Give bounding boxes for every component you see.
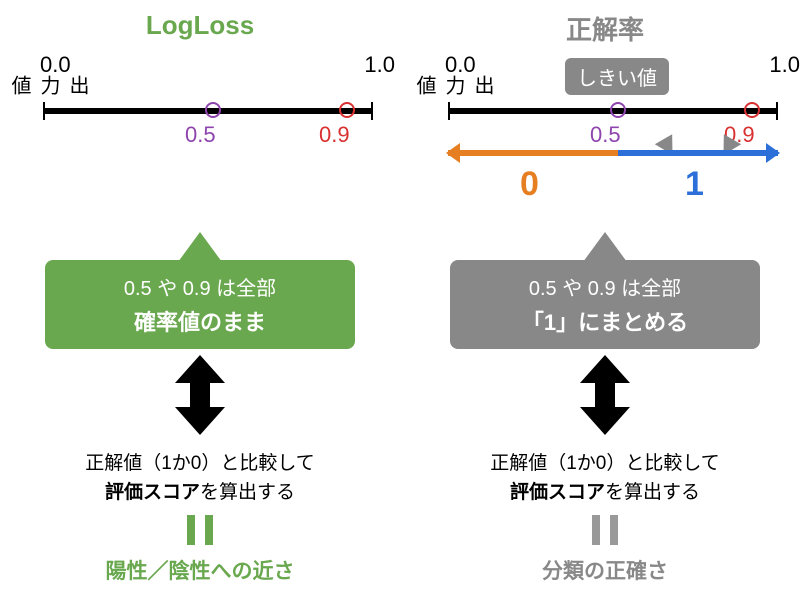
compare-line1: 正解値（1か0）と比較して [0, 450, 400, 479]
threshold-label: しきい値 [565, 58, 669, 95]
compare-line2: 評価スコアを算出する [0, 479, 400, 508]
callout-accuracy: 0.5 や 0.9 は全部 「1」にまとめる [450, 260, 760, 349]
axis-label: 出力値 [5, 75, 92, 97]
callout-pointer-icon [178, 232, 222, 262]
value-05: 0.5 [590, 122, 621, 148]
compare-line2: 評価スコアを算出する [405, 479, 805, 508]
result-right: 分類の正確さ [405, 555, 805, 585]
double-arrow-icon [570, 355, 640, 440]
callout-logloss: 0.5 や 0.9 は全部 確率値のまま [45, 260, 355, 349]
arrowhead-left-icon [446, 143, 460, 163]
callout-pointer-icon [583, 232, 627, 262]
compare-text-left: 正解値（1か0）と比較して 評価スコアを算出する [0, 450, 400, 507]
compare-line1: 正解値（1か0）と比較して [405, 450, 805, 479]
marker-09-icon [744, 102, 760, 118]
compare-text-right: 正解値（1か0）と比較して 評価スコアを算出する [405, 450, 805, 507]
callout-line1: 0.5 や 0.9 は全部 [458, 272, 752, 301]
arrowhead-right-icon [766, 143, 780, 163]
tick-mark-1 [776, 102, 778, 120]
tick-1: 1.0 [769, 52, 800, 78]
tick-mark-1 [371, 102, 373, 120]
zone-label-0: 0 [520, 165, 539, 204]
tick-1: 1.0 [364, 52, 395, 78]
equals-icon [187, 515, 213, 545]
double-arrow-icon [165, 355, 235, 440]
tick-0: 0.0 [40, 52, 71, 78]
callout-line1: 0.5 や 0.9 は全部 [53, 272, 347, 301]
tick-mark-0 [448, 102, 450, 120]
tick-0: 0.0 [445, 52, 476, 78]
axis-label: 出力値 [410, 75, 497, 97]
zone-0-arrow [448, 150, 618, 156]
tick-mark-0 [43, 102, 45, 120]
marker-09-icon [339, 102, 355, 118]
equals-icon [592, 515, 618, 545]
panel-logloss: LogLoss 出力値 0.0 1.0 0.5 0.9 0.5 や 0.9 は全… [0, 0, 400, 601]
zone-label-1: 1 [685, 165, 704, 204]
callout-line2: 「1」にまとめる [458, 305, 752, 337]
marker-05-icon [610, 102, 626, 118]
zone-1-arrow [618, 150, 778, 156]
value-05: 0.5 [185, 122, 216, 148]
callout-line2: 確率値のまま [53, 305, 347, 337]
result-left: 陽性／陰性への近さ [0, 555, 400, 585]
marker-05-icon [205, 102, 221, 118]
title-accuracy: 正解率 [405, 10, 805, 47]
panel-accuracy: 正解率 しきい値 出力値 0.0 1.0 0.5 0.9 0 1 0.5 や 0… [405, 0, 805, 601]
title-logloss: LogLoss [0, 10, 400, 41]
value-09: 0.9 [319, 122, 350, 148]
